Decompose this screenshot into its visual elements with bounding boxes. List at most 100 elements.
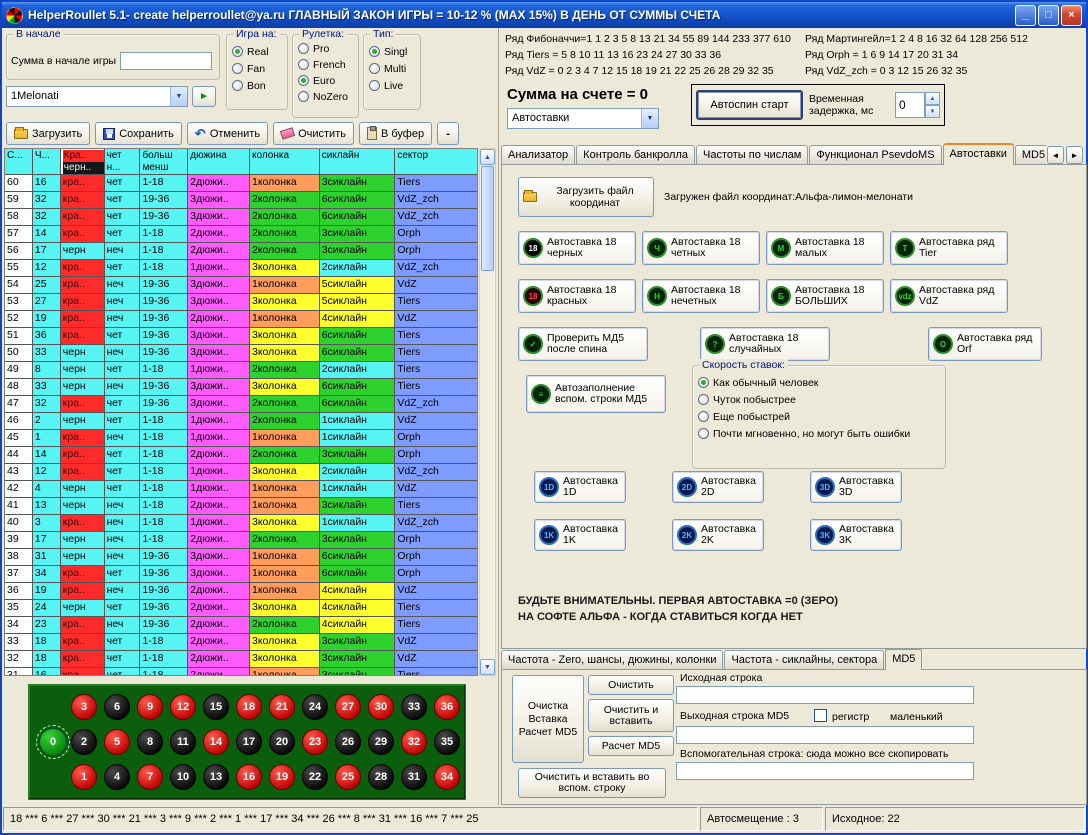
- autobet-3k-button[interactable]: 3KАвтоставка 3K: [810, 519, 902, 551]
- spin-row-45[interactable]: 451кра..неч1-181дюжи..1колонка1сиклайнOr…: [5, 430, 477, 447]
- bottom-tabstrip-tab-1[interactable]: Частота - сиклайны, сектора: [724, 650, 884, 670]
- autobet-18-black-button[interactable]: 18Автоставка 18 черных: [518, 231, 636, 265]
- spin-row-52[interactable]: 5219кра..неч19-362дюжи..1колонка4сиклайн…: [5, 311, 477, 328]
- spin-row-56[interactable]: 5617черннеч1-182дюжи..2колонка3сиклайнOr…: [5, 243, 477, 260]
- clear-button[interactable]: Очистить: [273, 122, 354, 145]
- board-number-22[interactable]: 22: [302, 764, 328, 790]
- minimize-button[interactable]: _: [1015, 5, 1036, 26]
- spin-row-60[interactable]: 6016кра..чет1-182дюжи..1колонка3сиклайнT…: [5, 175, 477, 192]
- spin-row-37[interactable]: 3734кра..чет19-363дюжи..1колонка6сиклайн…: [5, 566, 477, 583]
- board-number-29[interactable]: 29: [368, 729, 394, 755]
- autobets-combobox[interactable]: Автоставки ▼: [507, 108, 659, 129]
- type-option-2-radio[interactable]: [369, 80, 380, 91]
- board-number-9[interactable]: 9: [137, 694, 163, 720]
- autobet-row-tier-button[interactable]: ТАвтоставка ряд Tier: [890, 231, 1008, 265]
- board-number-33[interactable]: 33: [401, 694, 427, 720]
- spin-row-51[interactable]: 5136кра..чет19-363дюжи..3колонка6сиклайн…: [5, 328, 477, 345]
- type-option-1-radio[interactable]: [369, 63, 380, 74]
- board-number-36[interactable]: 36: [434, 694, 460, 720]
- board-number-15[interactable]: 15: [203, 694, 229, 720]
- delay-value[interactable]: 0: [895, 92, 925, 118]
- run-profile-button[interactable]: ►: [192, 86, 216, 107]
- type-option-0[interactable]: Singl: [369, 45, 415, 58]
- maximize-button[interactable]: □: [1038, 5, 1059, 26]
- spin-row-35[interactable]: 3524чернчет19-362дюжи..3колонка4сиклайнT…: [5, 600, 477, 617]
- board-number-35[interactable]: 35: [434, 729, 460, 755]
- speed-option-1-radio[interactable]: [698, 394, 709, 405]
- board-number-30[interactable]: 30: [368, 694, 394, 720]
- autobet-18-red-button[interactable]: 18Автоставка 18 красных: [518, 279, 636, 313]
- autobet-3d-button[interactable]: 3DАвтоставка 3D: [810, 471, 902, 503]
- scroll-down-icon[interactable]: ▼: [480, 659, 495, 675]
- type-option-0-radio[interactable]: [369, 46, 380, 57]
- main-tabstrip-tab-2[interactable]: Частоты по числам: [696, 145, 808, 165]
- roulette-option-1-radio[interactable]: [298, 59, 309, 70]
- board-number-34[interactable]: 34: [434, 764, 460, 790]
- tab-scroll-right-icon[interactable]: ►: [1066, 146, 1083, 164]
- main-tabstrip-tab-0[interactable]: Анализатор: [501, 145, 575, 165]
- save-button[interactable]: Сохранить: [95, 122, 182, 145]
- main-tabstrip-tab-5[interactable]: MD5: [1015, 145, 1046, 165]
- board-number-10[interactable]: 10: [170, 764, 196, 790]
- delay-spinner[interactable]: 0 ▲ ▼: [895, 92, 940, 118]
- spin-row-55[interactable]: 5512кра..чет1-181дюжи..3колонка2сиклайнV…: [5, 260, 477, 277]
- board-number-3[interactable]: 3: [71, 694, 97, 720]
- speed-option-0-radio[interactable]: [698, 377, 709, 388]
- board-number-4[interactable]: 4: [104, 764, 130, 790]
- to-buffer-button[interactable]: В буфер: [359, 122, 432, 145]
- board-number-7[interactable]: 7: [137, 764, 163, 790]
- roulette-option-0[interactable]: Pro: [298, 42, 353, 55]
- board-number-24[interactable]: 24: [302, 694, 328, 720]
- profile-combobox[interactable]: 1Melonati ▼: [6, 86, 188, 107]
- autospin-start-button[interactable]: Автоспин старт: [696, 90, 803, 120]
- spin-row-42[interactable]: 424чернчет1-181дюжи..1колонка1сиклайнVdZ: [5, 481, 477, 498]
- board-number-8[interactable]: 8: [137, 729, 163, 755]
- autobet-1k-button[interactable]: 1KАвтоставка 1K: [534, 519, 626, 551]
- scrollbar-thumb[interactable]: [481, 166, 494, 271]
- spin-row-43[interactable]: 4312кра..чет1-181дюжи..3колонка2сиклайнV…: [5, 464, 477, 481]
- board-number-6[interactable]: 6: [104, 694, 130, 720]
- board-number-21[interactable]: 21: [269, 694, 295, 720]
- chevron-down-icon[interactable]: ▼: [170, 87, 187, 106]
- board-number-26[interactable]: 26: [335, 729, 361, 755]
- board-number-18[interactable]: 18: [236, 694, 262, 720]
- spin-row-38[interactable]: 3831черннеч19-363дюжи..1колонка6сиклайнO…: [5, 549, 477, 566]
- autofill-md5-helper-button[interactable]: ≡Автозаполнение вспом. строки МД5: [526, 375, 666, 413]
- board-number-28[interactable]: 28: [368, 764, 394, 790]
- roulette-option-3-radio[interactable]: [298, 91, 309, 102]
- tab-scroll-left-icon[interactable]: ◄: [1047, 146, 1064, 164]
- autobet-18-random-button[interactable]: ?Автоставка 18 случайных: [700, 327, 830, 361]
- md5-register-checkbox[interactable]: [814, 709, 827, 722]
- spin-row-50[interactable]: 5033черннеч19-363дюжи..3колонка6сиклайнT…: [5, 345, 477, 362]
- close-button[interactable]: ×: [1061, 5, 1082, 26]
- game-option-2[interactable]: Bon: [232, 79, 282, 92]
- table-scrollbar[interactable]: ▲ ▼: [479, 148, 496, 676]
- spin-row-36[interactable]: 3619кра..неч19-362дюжи..1колонка4сиклайн…: [5, 583, 477, 600]
- roulette-option-3[interactable]: NoZero: [298, 90, 353, 103]
- scroll-up-icon[interactable]: ▲: [480, 149, 495, 165]
- main-tabstrip-tab-3[interactable]: Функционал PsevdoMS: [809, 145, 941, 165]
- main-tabstrip-tab-4[interactable]: Автоставки: [943, 143, 1014, 165]
- spin-row-41[interactable]: 4113черннеч1-182дюжи..1колонка3сиклайнTi…: [5, 498, 477, 515]
- spinner-down-icon[interactable]: ▼: [925, 105, 940, 118]
- board-number-17[interactable]: 17: [236, 729, 262, 755]
- spin-row-31[interactable]: 3116кра..чет1-182дюжи..1колонка3сиклайнT…: [5, 668, 477, 676]
- speed-option-3[interactable]: Почти мгновенно, но могут быть ошибки: [698, 427, 940, 440]
- game-option-1[interactable]: Fan: [232, 62, 282, 75]
- main-tabstrip-tab-1[interactable]: Контроль банкролла: [576, 145, 695, 165]
- spin-row-47[interactable]: 4732кра..чет19-363дюжи..2колонка6сиклайн…: [5, 396, 477, 413]
- board-number-23[interactable]: 23: [302, 729, 328, 755]
- game-option-0[interactable]: Real: [232, 45, 282, 58]
- spin-row-53[interactable]: 5327кра..неч19-363дюжи..3колонка5сиклайн…: [5, 294, 477, 311]
- check-md5-after-spin-button[interactable]: ✓Проверить МД5 после спина: [518, 327, 648, 361]
- game-option-2-radio[interactable]: [232, 80, 243, 91]
- roulette-option-2[interactable]: Euro: [298, 74, 353, 87]
- speed-option-2[interactable]: Еще побыстрей: [698, 410, 940, 423]
- undo-button[interactable]: ↶Отменить: [187, 122, 268, 145]
- autobet-18-even-button[interactable]: ЧАвтоставка 18 четных: [642, 231, 760, 265]
- roulette-option-1[interactable]: French: [298, 58, 353, 71]
- board-number-1[interactable]: 1: [71, 764, 97, 790]
- board-number-11[interactable]: 11: [170, 729, 196, 755]
- start-sum-input[interactable]: [120, 52, 212, 70]
- spin-row-39[interactable]: 3917черннеч1-182дюжи..2колонка3сиклайнOr…: [5, 532, 477, 549]
